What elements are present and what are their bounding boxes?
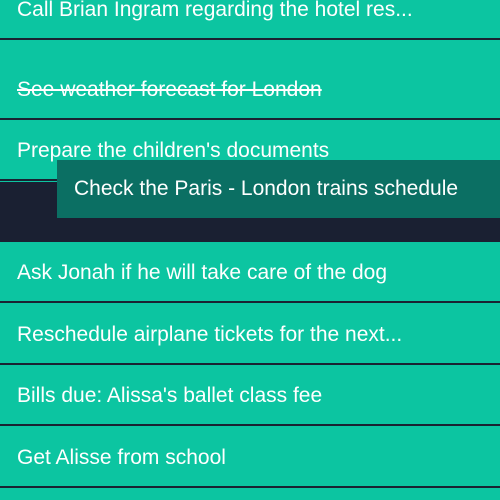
todo-item-label: Get Alisse from school: [17, 446, 226, 469]
todo-list: Call Brian Ingram regarding the hotel re…: [0, 0, 500, 500]
todo-item[interactable]: Call Brian Ingram regarding the hotel re…: [0, 0, 500, 40]
dragging-todo-item[interactable]: Check the Paris - London trains schedule: [57, 160, 500, 218]
todo-item[interactable]: Reschedule airplane tickets for the next…: [0, 305, 500, 365]
todo-item[interactable]: Get Alisse from school: [0, 428, 500, 488]
todo-item-completed[interactable]: See weather forecast for London: [0, 60, 500, 120]
dragging-todo-item-label: Check the Paris - London trains schedule: [74, 177, 459, 200]
todo-item-label: See weather forecast for London: [17, 78, 322, 101]
todo-item[interactable]: Bills due: Alissa's ballet class fee: [0, 366, 500, 426]
todo-item-label: Call Brian Ingram regarding the hotel re…: [17, 0, 413, 21]
todo-item-label: Reschedule airplane tickets for the next…: [17, 323, 403, 346]
todo-item[interactable]: Ask Jonah if he will take care of the do…: [0, 243, 500, 303]
todo-item-label: Bills due: Alissa's ballet class fee: [17, 384, 323, 407]
todo-item-label: Ask Jonah if he will take care of the do…: [17, 261, 388, 284]
